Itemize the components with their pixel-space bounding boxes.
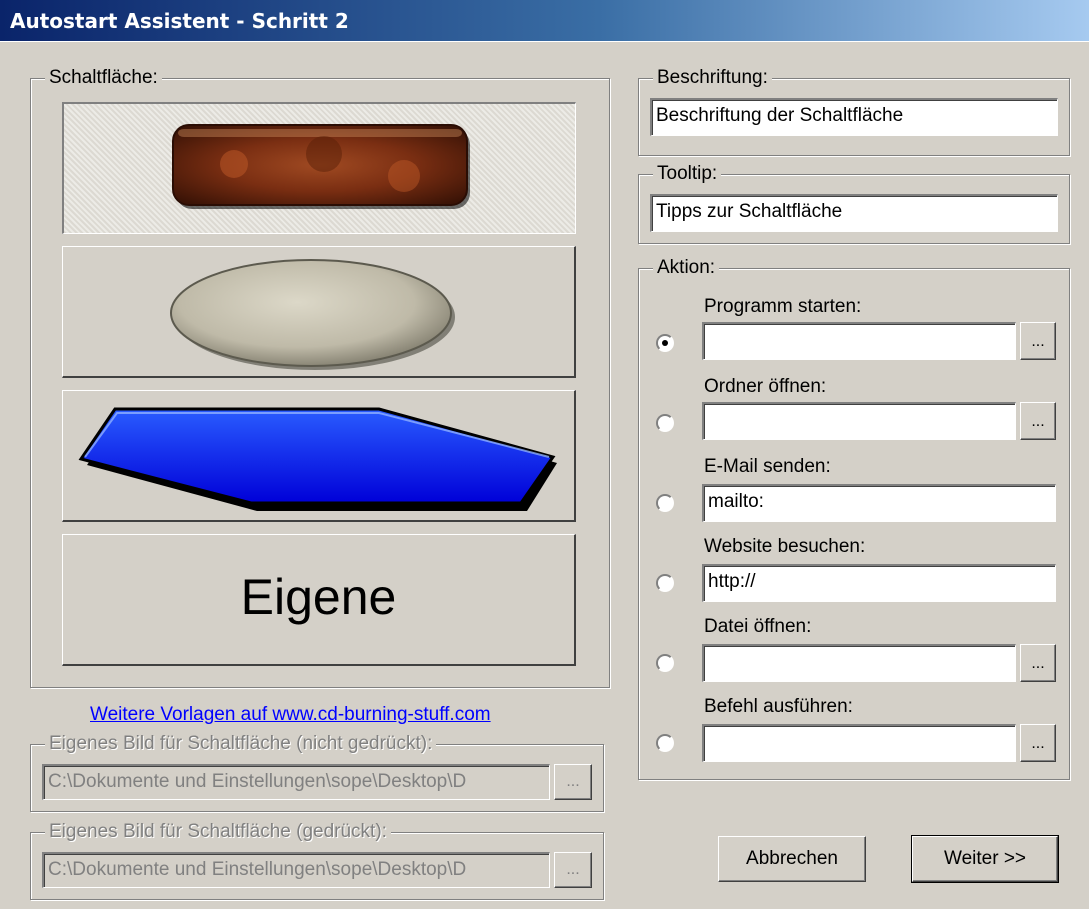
action-file-browse-button[interactable]: ... bbox=[1020, 644, 1056, 682]
action-file-label: Datei öffnen: bbox=[704, 616, 812, 637]
template-blue-hexagon-button[interactable] bbox=[62, 390, 576, 522]
caption-legend: Beschriftung: bbox=[653, 66, 772, 90]
action-website-radio[interactable] bbox=[656, 574, 674, 592]
more-templates-link[interactable]: Weitere Vorlagen auf www.cd-burning-stuf… bbox=[90, 704, 491, 726]
action-folder-browse-button[interactable]: ... bbox=[1020, 402, 1056, 440]
template-stone-button[interactable] bbox=[62, 246, 576, 378]
next-button[interactable]: Weiter >> bbox=[911, 835, 1059, 883]
image-normal-legend: Eigenes Bild für Schaltfläche (nicht ged… bbox=[45, 732, 437, 756]
action-email-label: E-Mail senden: bbox=[704, 456, 831, 477]
action-command-radio[interactable] bbox=[656, 734, 674, 752]
stone-button-preview bbox=[170, 259, 455, 370]
image-pressed-path-field[interactable]: C:\Dokumente und Einstellungen\sope\Desk… bbox=[42, 852, 550, 888]
action-file-field[interactable] bbox=[702, 644, 1016, 682]
blue-hexagon-preview bbox=[78, 407, 557, 511]
action-website-field[interactable]: http:// bbox=[702, 564, 1056, 602]
action-command-browse-button[interactable]: ... bbox=[1020, 724, 1056, 762]
action-file-radio[interactable] bbox=[656, 654, 674, 672]
caption-field[interactable]: Beschriftung der Schaltfläche bbox=[650, 98, 1058, 136]
image-normal-browse-button[interactable]: ... bbox=[554, 764, 592, 800]
action-legend: Aktion: bbox=[653, 256, 720, 280]
image-pressed-browse-button[interactable]: ... bbox=[554, 852, 592, 888]
action-program-field[interactable] bbox=[702, 322, 1016, 360]
radio-selected-dot bbox=[662, 340, 668, 346]
action-program-radio[interactable] bbox=[656, 334, 674, 352]
action-program-browse-button[interactable]: ... bbox=[1020, 322, 1056, 360]
action-folder-label: Ordner öffnen: bbox=[704, 376, 827, 397]
action-folder-field[interactable] bbox=[702, 402, 1016, 440]
tooltip-field[interactable]: Tipps zur Schaltfläche bbox=[650, 194, 1058, 232]
image-pressed-legend: Eigenes Bild für Schaltfläche (gedrückt)… bbox=[45, 820, 391, 844]
rust-button-preview bbox=[172, 124, 470, 209]
cancel-button[interactable]: Abbrechen bbox=[718, 836, 866, 882]
action-program-label: Programm starten: bbox=[704, 296, 862, 317]
tooltip-legend: Tooltip: bbox=[653, 162, 722, 186]
window-title: Autostart Assistent - Schritt 2 bbox=[10, 9, 349, 33]
action-website-label: Website besuchen: bbox=[704, 536, 866, 557]
action-command-field[interactable] bbox=[702, 724, 1016, 762]
action-email-field[interactable]: mailto: bbox=[702, 484, 1056, 522]
action-email-radio[interactable] bbox=[656, 494, 674, 512]
action-folder-radio[interactable] bbox=[656, 414, 674, 432]
action-command-label: Befehl ausführen: bbox=[704, 696, 853, 717]
button-style-legend: Schaltfläche: bbox=[45, 66, 162, 90]
custom-button-label: Eigene bbox=[240, 569, 397, 625]
title-bar: Autostart Assistent - Schritt 2 bbox=[0, 0, 1089, 42]
image-normal-path-field[interactable]: C:\Dokumente und Einstellungen\sope\Desk… bbox=[42, 764, 550, 800]
template-custom-button[interactable]: Eigene bbox=[62, 534, 576, 666]
template-rust-button[interactable] bbox=[62, 102, 576, 234]
